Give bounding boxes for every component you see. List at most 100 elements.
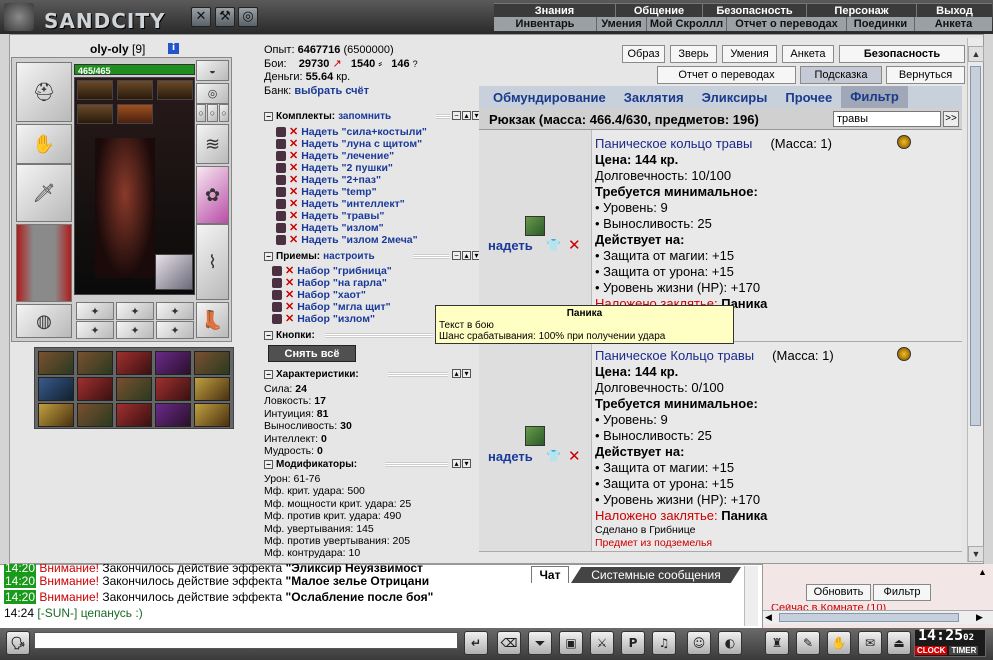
ring3-slot[interactable]: ○ xyxy=(219,104,229,122)
put-on-link[interactable]: надеть xyxy=(488,449,533,464)
spell-slot-10[interactable] xyxy=(194,377,230,401)
delete-set-icon[interactable]: ✕ xyxy=(289,234,298,246)
gift-icon[interactable]: ✉ xyxy=(858,631,882,655)
save-icon[interactable]: ▣ xyxy=(559,631,583,655)
submenu-transfer-report[interactable]: Отчет о переводах xyxy=(727,17,847,31)
set-link[interactable]: Надеть "излом 2меча" xyxy=(301,234,417,246)
menu-communication[interactable]: Общение xyxy=(616,4,703,17)
minus-icon[interactable]: − xyxy=(452,251,461,260)
tab-filter[interactable]: Фильтр xyxy=(841,86,908,108)
trick-link[interactable]: Набор "на гарла" xyxy=(297,277,387,289)
scroll-thumb[interactable] xyxy=(970,66,981,426)
scroll-left-icon[interactable]: ◀ xyxy=(765,612,772,623)
belt-slot[interactable]: ◍ xyxy=(16,304,72,338)
delete-trick-icon[interactable]: ✕ xyxy=(285,289,294,301)
delete-set-icon[interactable]: ✕ xyxy=(289,150,298,162)
pocket1-slot[interactable]: ✦ xyxy=(76,302,114,320)
inventory-icon[interactable]: ♜ xyxy=(765,631,789,655)
shirt-icon[interactable]: 👕 xyxy=(546,449,561,463)
filter-icon[interactable]: ⏷ xyxy=(528,631,552,655)
delete-trick-icon[interactable]: ✕ xyxy=(285,313,294,325)
menu-character[interactable]: Персонаж xyxy=(807,4,917,17)
submenu-inventory[interactable]: Инвентарь xyxy=(494,17,597,31)
chat-input[interactable] xyxy=(34,632,458,649)
armor-slot[interactable] xyxy=(16,224,72,302)
bag-filter-input[interactable]: травы xyxy=(833,111,941,127)
item-name[interactable]: Паническое Кольцо травы xyxy=(595,348,754,363)
spell-slot-13[interactable] xyxy=(116,403,152,427)
spell-slot-12[interactable] xyxy=(77,403,113,427)
delete-set-icon[interactable]: ✕ xyxy=(289,126,298,138)
tab-equipment[interactable]: Обмундирование xyxy=(479,90,615,105)
online-hscroll[interactable]: ◀ ▶ xyxy=(763,610,993,624)
gauge-icon[interactable]: ◎ xyxy=(238,7,258,27)
collapse-icon[interactable]: − xyxy=(264,112,273,121)
filter-button[interactable]: Фильтр xyxy=(873,584,931,601)
music-icon[interactable]: ♫ xyxy=(652,631,676,655)
put-on-link[interactable]: надеть xyxy=(488,238,533,253)
down-icon[interactable]: ▾ xyxy=(462,369,471,378)
set-link[interactable]: Надеть "сила+костыли" xyxy=(301,126,427,138)
profile-button[interactable]: Анкета xyxy=(782,45,834,63)
sword-cross-icon[interactable]: ✕ xyxy=(191,7,211,27)
set-link[interactable]: Надеть "интеллект" xyxy=(301,198,404,210)
spell-slot-5[interactable] xyxy=(194,351,230,375)
pet-icon[interactable] xyxy=(155,254,193,290)
belt-item-4[interactable] xyxy=(77,104,113,124)
item-info-icon[interactable] xyxy=(897,347,911,361)
collapse-icon[interactable]: − xyxy=(264,331,273,340)
scroll-up-icon[interactable]: ▲ xyxy=(968,46,984,62)
scroll-right-icon[interactable]: ▶ xyxy=(976,612,983,623)
trick-link[interactable]: Набор "излом" xyxy=(297,313,375,325)
submenu-profile[interactable]: Анкета xyxy=(915,17,992,31)
pet-button[interactable]: Зверь xyxy=(670,45,717,63)
down-icon[interactable]: ▾ xyxy=(462,459,471,468)
tab-system-messages[interactable]: Системные сообщения xyxy=(571,567,741,583)
eraser-icon[interactable]: ⌫ xyxy=(497,631,521,655)
set-link[interactable]: Надеть "2+паз" xyxy=(301,174,381,186)
helmet-slot[interactable]: ⛑ xyxy=(16,62,72,122)
shirt-icon[interactable]: 👕 xyxy=(546,238,561,252)
boots-slot[interactable]: 👢 xyxy=(196,302,229,338)
main-scrollbar[interactable]: ▲ ▼ xyxy=(967,38,984,562)
delete-icon[interactable]: ✕ xyxy=(568,236,581,254)
set-link[interactable]: Надеть "травы" xyxy=(301,210,384,222)
info-icon[interactable]: i xyxy=(168,43,179,54)
trick-link[interactable]: Набор "мгла щит" xyxy=(297,301,390,313)
set-link[interactable]: Надеть "temp" xyxy=(301,186,376,198)
pocket2-slot[interactable]: ✦ xyxy=(116,302,154,320)
delete-set-icon[interactable]: ✕ xyxy=(289,186,298,198)
bracers-slot[interactable]: ≋ xyxy=(196,124,229,164)
tab-elixirs[interactable]: Эликсиры xyxy=(693,90,777,105)
pocket6-slot[interactable]: ✦ xyxy=(156,321,194,339)
spell-slot-1[interactable] xyxy=(38,351,74,375)
image-button[interactable]: Образ xyxy=(622,45,665,63)
remove-all-button[interactable]: Снять всё xyxy=(268,345,356,362)
security-button[interactable]: Безопасность xyxy=(839,45,965,63)
delete-set-icon[interactable]: ✕ xyxy=(289,174,298,186)
submenu-fights[interactable]: Поединки xyxy=(847,17,915,31)
refresh-button[interactable]: Обновить xyxy=(806,584,871,601)
leggings-slot[interactable]: ⌇ xyxy=(196,224,229,300)
up-icon[interactable]: ▴ xyxy=(452,459,461,468)
scroll-icon[interactable]: ✎ xyxy=(796,631,820,655)
spell-slot-2[interactable] xyxy=(77,351,113,375)
collapse-icon[interactable]: − xyxy=(264,460,273,469)
weapon-slot[interactable]: 🗡 xyxy=(16,164,72,222)
clock-label[interactable]: CLOCK xyxy=(915,646,948,655)
delete-set-icon[interactable]: ✕ xyxy=(289,138,298,150)
flower-slot[interactable]: ✿ xyxy=(196,166,229,224)
ring2-slot[interactable]: ○ xyxy=(207,104,218,122)
up-icon[interactable]: ▴ xyxy=(452,369,461,378)
bag-filter-go-button[interactable]: >> xyxy=(943,111,959,127)
sound-icon[interactable]: ◐ xyxy=(718,631,742,655)
amulet-slot[interactable]: ◎ xyxy=(196,83,229,104)
pocket3-slot[interactable]: ✦ xyxy=(156,302,194,320)
tab-other[interactable]: Прочее xyxy=(776,90,841,105)
up-icon[interactable]: ▴ xyxy=(462,111,471,120)
collapse-icon[interactable]: − xyxy=(264,252,273,261)
gloves-slot[interactable]: ✋ xyxy=(16,124,72,164)
hand-icon[interactable]: ✋ xyxy=(827,631,851,655)
minus-icon[interactable]: − xyxy=(452,111,461,120)
fight-icon[interactable]: ⚔ xyxy=(590,631,614,655)
